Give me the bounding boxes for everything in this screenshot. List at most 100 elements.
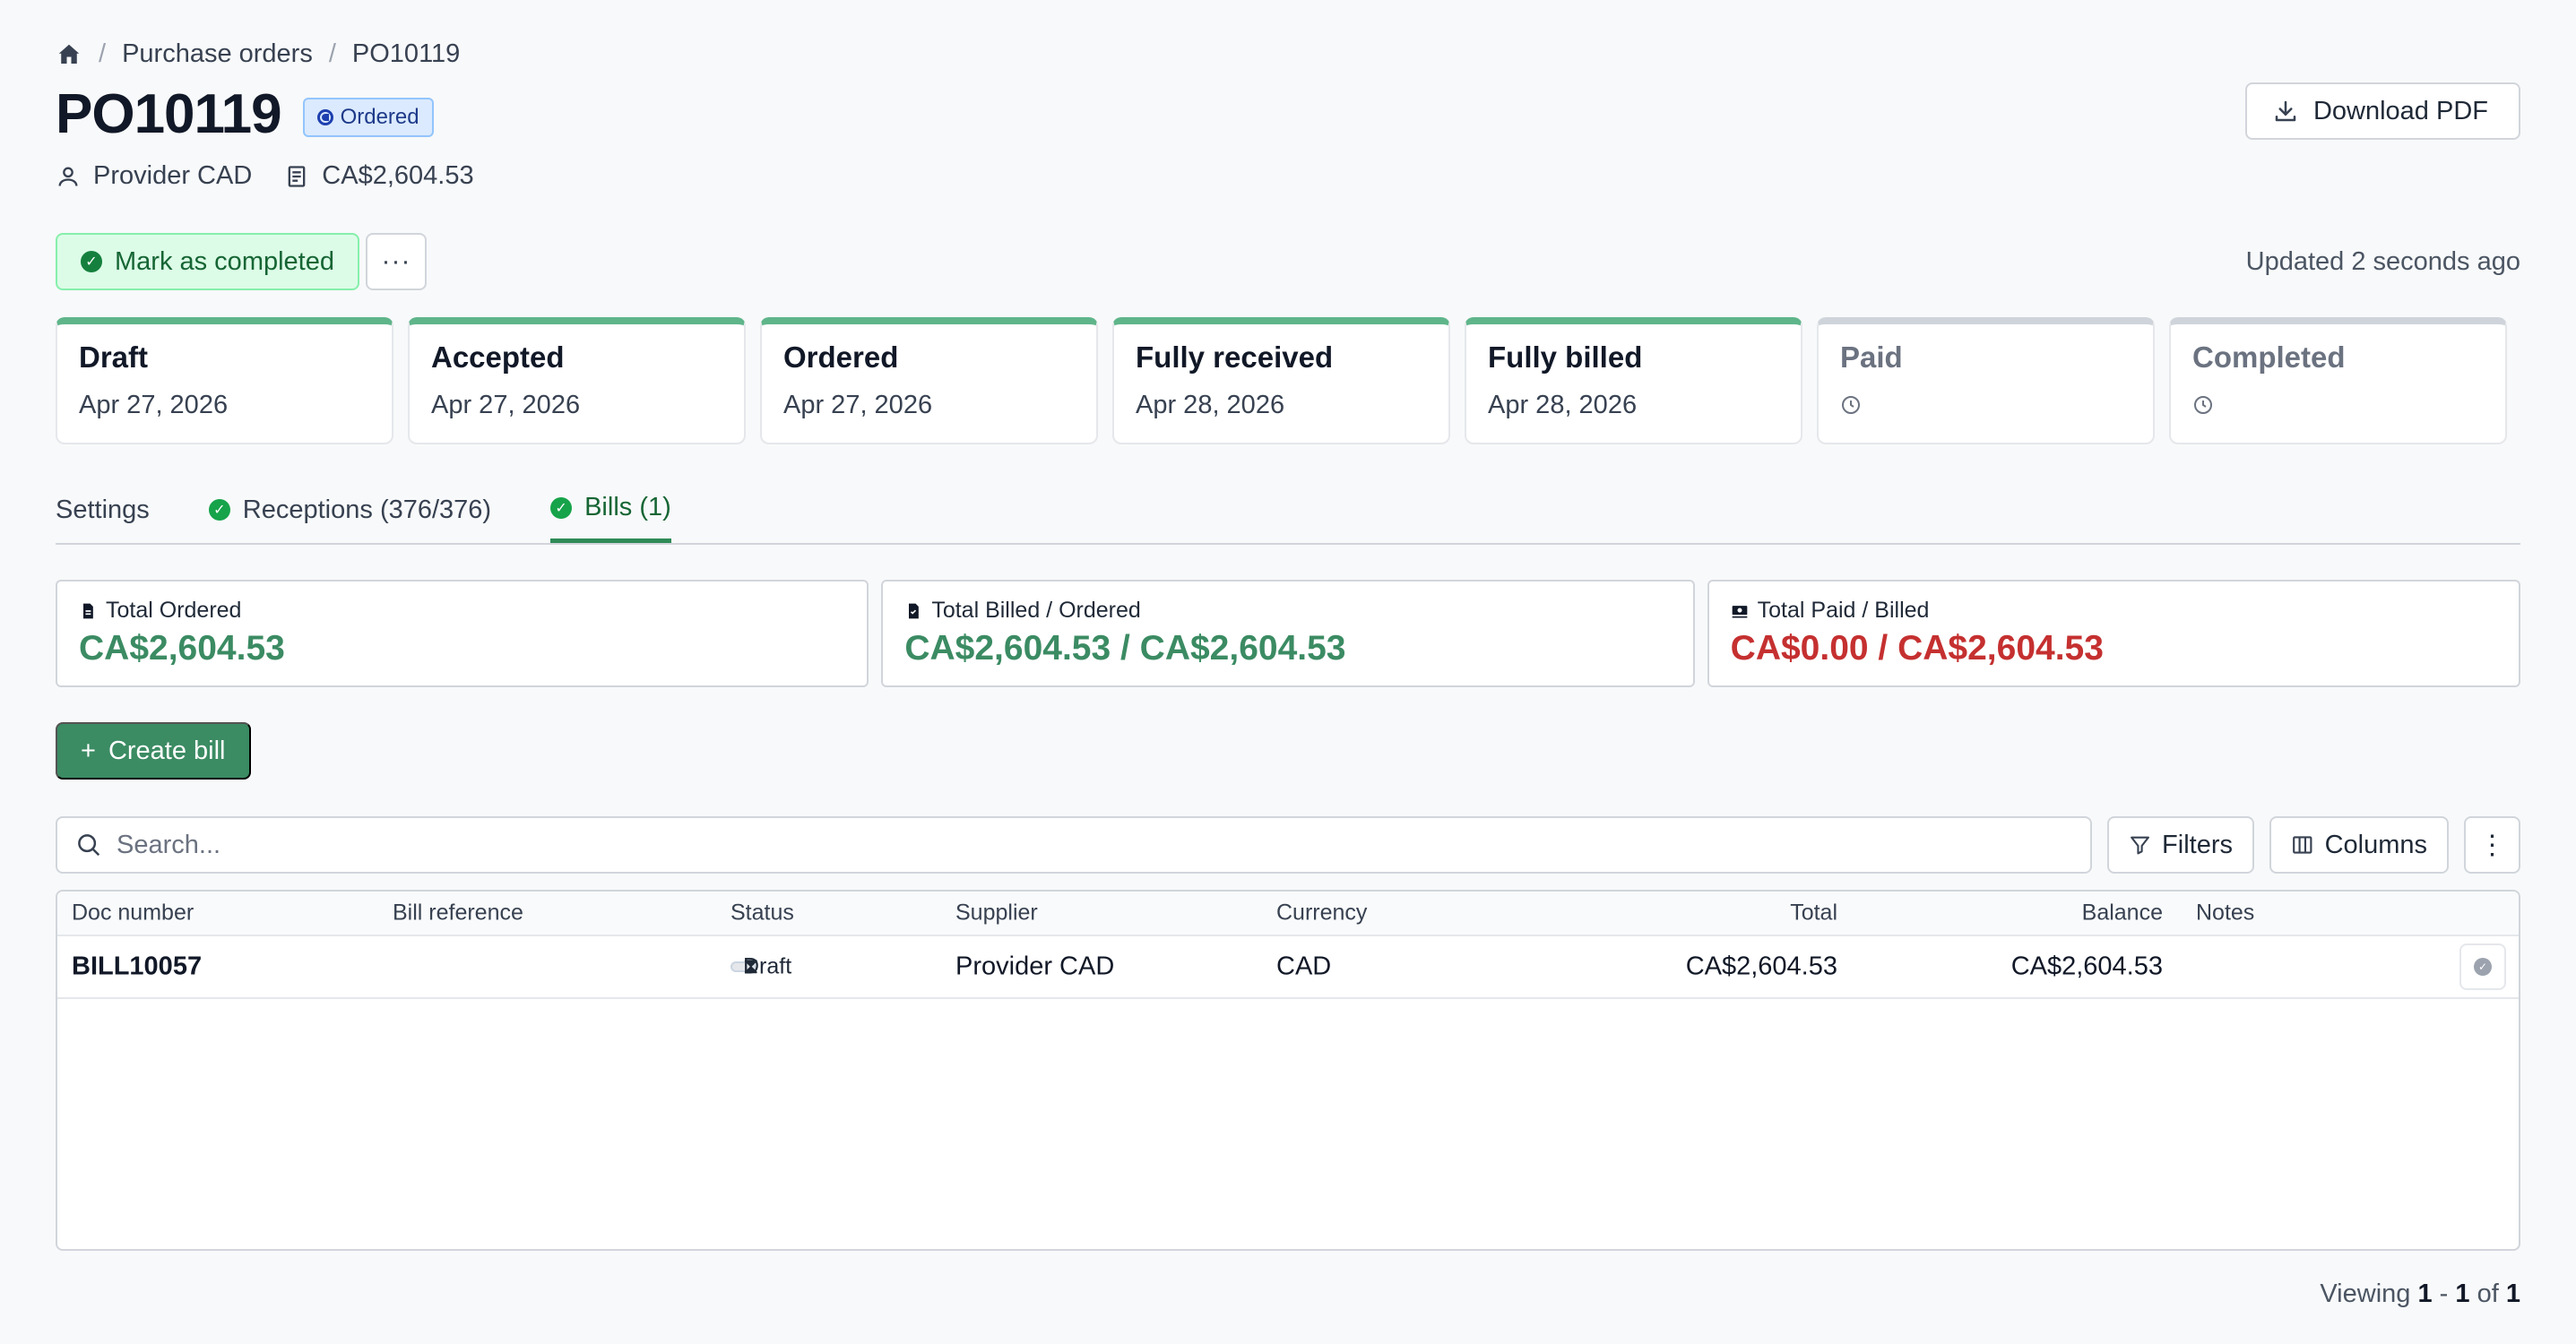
step-completed: Completed (2169, 317, 2507, 444)
download-pdf-label: Download PDF (2312, 96, 2488, 125)
ordered-status-icon (316, 108, 333, 125)
status-badge: Ordered (302, 97, 434, 137)
summary-cards: Total Ordered CA$2,604.53 Total Billed /… (56, 580, 2520, 687)
check-circle-icon: ✓ (208, 499, 230, 521)
pagination-prefix: Viewing (2320, 1279, 2411, 1308)
step-ordered: Ordered Apr 27, 2026 (760, 317, 1098, 444)
card-label: Total Ordered (79, 598, 845, 624)
tab-receptions[interactable]: ✓ Receptions (376/376) (208, 484, 492, 543)
row-action-button[interactable]: ✓ (2459, 943, 2506, 990)
create-bill-button[interactable]: + Create bill (56, 722, 251, 780)
breadcrumb-purchase-orders[interactable]: Purchase orders (122, 39, 313, 69)
step-name: Accepted (431, 340, 565, 374)
breadcrumb-separator: / (99, 39, 107, 68)
columns-label: Columns (2324, 830, 2427, 859)
mark-completed-label: Mark as completed (115, 246, 334, 276)
download-pdf-button[interactable]: Download PDF (2244, 82, 2520, 140)
step-date: Apr 27, 2026 (431, 391, 581, 419)
total-billed-value: CA$2,604.53 / CA$2,604.53 (904, 629, 1346, 668)
step-accepted: Accepted Apr 27, 2026 (408, 317, 746, 444)
total-billed-card: Total Billed / Ordered CA$2,604.53 / CA$… (881, 580, 1695, 687)
total-ordered-value: CA$2,604.53 (79, 629, 285, 668)
total-paid-value: CA$0.00 / CA$2,604.53 (1730, 629, 2104, 668)
meta-row: Provider CAD CA$2,604.53 (56, 161, 474, 191)
table-row[interactable]: BILL10057 ⧗ Draft Provider CAD CAD CA$2,… (57, 936, 2519, 999)
home-icon[interactable] (56, 41, 82, 68)
tab-label: Receptions (376/376) (242, 495, 492, 524)
table-more-button[interactable]: ⋮ (2464, 816, 2520, 874)
search-input[interactable] (117, 830, 2072, 860)
document-check-icon (909, 603, 920, 618)
pagination-end: 1 (2455, 1279, 2470, 1308)
total-ordered-card: Total Ordered CA$2,604.53 (56, 580, 869, 687)
cash-icon (1732, 605, 1747, 617)
pagination-of: of (2477, 1279, 2499, 1308)
cell-supplier: Provider CAD (955, 952, 1115, 981)
breadcrumb-separator: / (328, 39, 336, 68)
cell-balance: CA$2,604.53 (2010, 952, 2163, 981)
clock-icon (2194, 396, 2212, 414)
total-paid-label: Total Paid / Billed (1757, 598, 1930, 623)
step-name: Ordered (783, 340, 899, 374)
create-bill-label: Create bill (108, 736, 226, 765)
cell-total: CA$2,604.53 (1685, 952, 1837, 981)
tab-bills[interactable]: ✓ Bills (1) (550, 484, 671, 543)
step-paid: Paid (1817, 317, 2155, 444)
check-circle-icon: ✓ (81, 251, 102, 272)
column-status[interactable]: Status (730, 900, 794, 926)
step-fully-received: Fully received Apr 28, 2026 (1112, 317, 1450, 444)
check-circle-icon: ✓ (2474, 958, 2492, 976)
search-icon (78, 834, 100, 857)
step-date: Apr 28, 2026 (1136, 391, 1285, 419)
breadcrumb-current: PO10119 (351, 39, 461, 68)
check-circle-icon: ✓ (550, 496, 573, 519)
bills-table: Doc number Bill reference Status Supplie… (56, 890, 2520, 1251)
column-balance[interactable]: Balance (2082, 900, 2163, 926)
status-steps: Draft Apr 27, 2026 Accepted Apr 27, 2026… (56, 317, 2507, 444)
step-name: Draft (79, 340, 149, 374)
updated-timestamp: Updated 2 seconds ago (2245, 247, 2520, 276)
title-row: PO10119 Ordered (56, 82, 434, 146)
receipt-icon (288, 165, 306, 187)
total-ordered-label: Total Ordered (106, 598, 242, 623)
card-label: Total Paid / Billed (1731, 598, 2497, 624)
card-label: Total Billed / Ordered (904, 598, 1671, 624)
total-paid-card: Total Paid / Billed CA$0.00 / CA$2,604.5… (1707, 580, 2520, 687)
document-icon (83, 603, 93, 618)
column-bill-reference[interactable]: Bill reference (393, 900, 523, 926)
cell-doc-number[interactable]: BILL10057 (72, 952, 202, 982)
clock-icon (1842, 396, 1860, 414)
column-supplier[interactable]: Supplier (955, 900, 1038, 926)
column-currency[interactable]: Currency (1276, 900, 1367, 926)
pagination-total: 1 (2505, 1279, 2520, 1308)
search-box (56, 816, 2092, 874)
columns-button[interactable]: Columns (2269, 816, 2449, 874)
more-actions-button[interactable]: ··· (366, 233, 427, 290)
column-total[interactable]: Total (1790, 900, 1837, 926)
step-name: Fully billed (1488, 340, 1643, 374)
download-icon (2275, 100, 2296, 122)
mark-completed-button[interactable]: ✓ Mark as completed (56, 233, 359, 290)
step-name: Fully received (1136, 340, 1334, 374)
pagination-start: 1 (2417, 1279, 2433, 1308)
column-doc-number[interactable]: Doc number (72, 900, 194, 926)
status-badge-label: Ordered (340, 104, 419, 129)
draft-badge: ⧗ Draft (730, 954, 791, 979)
step-name: Completed (2192, 340, 2346, 374)
tab-settings[interactable]: Settings (56, 484, 150, 543)
amount-meta: CA$2,604.53 (284, 161, 474, 191)
tab-label: Bills (1) (584, 493, 671, 521)
step-draft: Draft Apr 27, 2026 (56, 317, 393, 444)
filters-label: Filters (2162, 830, 2233, 859)
filters-button[interactable]: Filters (2107, 816, 2254, 874)
tabs: Settings ✓ Receptions (376/376) ✓ Bills … (56, 484, 2520, 545)
column-notes[interactable]: Notes (2196, 900, 2254, 926)
page-title: PO10119 (56, 83, 282, 145)
tab-label: Settings (56, 495, 150, 524)
filter-icon (2131, 836, 2149, 855)
draft-badge-label: Draft (743, 953, 792, 979)
table-header: Doc number Bill reference Status Supplie… (57, 892, 2519, 936)
total-billed-label: Total Billed / Ordered (931, 598, 1141, 623)
supplier-name: Provider CAD (93, 161, 253, 190)
pagination-dash: - (2439, 1279, 2449, 1308)
